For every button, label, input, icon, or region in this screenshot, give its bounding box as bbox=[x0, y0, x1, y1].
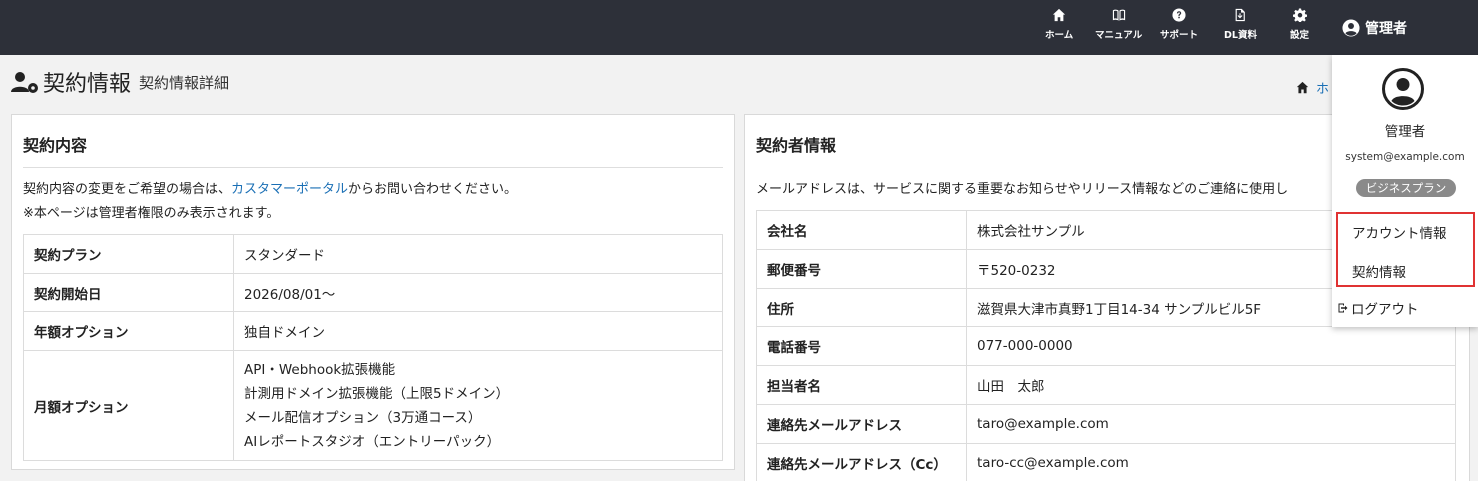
row-value: スタンダード bbox=[233, 234, 723, 274]
list-item: AIレポートスタジオ（エントリーパック） bbox=[244, 433, 501, 450]
row-key: 年額オプション bbox=[23, 311, 234, 351]
menu-item-contract-info[interactable]: 契約情報 bbox=[1352, 261, 1406, 281]
row-value: 2026/08/01～ bbox=[233, 273, 723, 312]
user-dropdown-menu: 管理者 system@example.com ビジネスプラン アカウント情報 契… bbox=[1332, 55, 1478, 327]
gear-icon bbox=[1292, 8, 1307, 22]
list-item: API・Webhook拡張機能 bbox=[244, 361, 396, 378]
row-value: 077-000-0000 bbox=[966, 326, 1456, 366]
dropdown-user-name: 管理者 bbox=[1384, 124, 1426, 140]
nav-manual[interactable]: マニュアル bbox=[1095, 8, 1142, 48]
contractor-note: メールアドレスは、サービスに関する重要なお知らせやリリース情報などのご連絡に使用… bbox=[756, 182, 1289, 197]
user-menu-label: 管理者 bbox=[1365, 20, 1407, 37]
user-circle-icon bbox=[1342, 18, 1360, 37]
contract-heading: 契約内容 bbox=[23, 136, 88, 155]
home-icon bbox=[1052, 8, 1066, 22]
file-download-icon bbox=[1236, 8, 1246, 22]
top-navbar: ホーム マニュアル サポート DL資料 設定 bbox=[0, 0, 1478, 55]
breadcrumb[interactable]: ホ bbox=[1296, 78, 1329, 97]
contract-note-suffix: からお問い合わせください。 bbox=[348, 182, 518, 197]
page-title: 契約情報 bbox=[43, 72, 132, 97]
row-key: 月額オプション bbox=[23, 350, 234, 461]
table-row: 連絡先メールアドレス（Cc） taro-cc@example.com bbox=[756, 443, 1456, 481]
nav-home[interactable]: ホーム bbox=[1045, 8, 1073, 48]
row-key: 連絡先メールアドレス（Cc） bbox=[756, 443, 967, 481]
contract-note-prefix: 契約内容の変更をご希望の場合は、 bbox=[23, 182, 232, 197]
home-icon bbox=[1296, 81, 1309, 94]
page-header: 契約情報 契約情報詳細 bbox=[10, 66, 229, 98]
row-key: 契約プラン bbox=[23, 234, 234, 274]
row-value: 山田 太郎 bbox=[966, 365, 1456, 405]
user-menu-toggle[interactable]: 管理者 bbox=[1332, 0, 1478, 55]
row-key: 会社名 bbox=[756, 210, 967, 250]
question-circle-icon bbox=[1172, 8, 1186, 22]
list-item: 計測用ドメイン拡張機能（上限5ドメイン） bbox=[244, 385, 510, 402]
nav-home-label: ホーム bbox=[1045, 30, 1074, 41]
nav-dl[interactable]: DL資料 bbox=[1224, 8, 1257, 48]
logout-icon bbox=[1338, 303, 1348, 313]
row-value: 独自ドメイン bbox=[233, 311, 723, 351]
row-key: 電話番号 bbox=[756, 326, 967, 366]
table-row: 契約プラン スタンダード bbox=[23, 234, 723, 274]
breadcrumb-home-link[interactable]: ホ bbox=[1316, 78, 1329, 97]
table-row: 担当者名 山田 太郎 bbox=[756, 365, 1456, 405]
table-row: 連絡先メールアドレス taro@example.com bbox=[756, 404, 1456, 444]
table-row: 月額オプション API・Webhook拡張機能 計測用ドメイン拡張機能（上限5ド… bbox=[23, 350, 723, 461]
nav-settings-label: 設定 bbox=[1290, 30, 1310, 41]
user-cog-icon bbox=[11, 72, 38, 93]
contractor-heading: 契約者情報 bbox=[756, 136, 837, 155]
customer-portal-link[interactable]: カスタマーポータル bbox=[231, 182, 348, 197]
admin-only-note: ※本ページは管理者権限のみ表示されます。 bbox=[23, 206, 280, 221]
contract-card: 契約内容 契約内容の変更をご希望の場合は、カスタマーポータルからお問い合わせくだ… bbox=[11, 114, 735, 470]
list-item: メール配信オプション（3万通コース） bbox=[244, 409, 482, 426]
plan-badge: ビジネスプラン bbox=[1356, 179, 1456, 197]
row-key: 住所 bbox=[756, 288, 967, 327]
logout-button[interactable]: ログアウト bbox=[1338, 298, 1419, 318]
logout-label: ログアウト bbox=[1351, 302, 1419, 318]
page-subtitle: 契約情報詳細 bbox=[139, 73, 230, 92]
table-row: 年額オプション 独自ドメイン bbox=[23, 311, 723, 351]
monthly-options-list: API・Webhook拡張機能 計測用ドメイン拡張機能（上限5ドメイン） メール… bbox=[233, 350, 723, 461]
menu-item-account-info[interactable]: アカウント情報 bbox=[1352, 222, 1447, 242]
contract-table: 契約プラン スタンダード 契約開始日 2026/08/01～ 年額オプション 独… bbox=[23, 234, 723, 461]
row-key: 連絡先メールアドレス bbox=[756, 404, 967, 444]
nav-support-label: サポート bbox=[1160, 30, 1199, 41]
book-icon bbox=[1112, 9, 1125, 21]
nav-dl-label: DL資料 bbox=[1224, 30, 1257, 41]
row-key: 契約開始日 bbox=[23, 273, 234, 312]
nav-settings[interactable]: 設定 bbox=[1290, 8, 1309, 48]
row-value: taro-cc@example.com bbox=[966, 443, 1456, 481]
nav-support[interactable]: サポート bbox=[1160, 8, 1198, 48]
nav-manual-label: マニュアル bbox=[1095, 30, 1143, 41]
divider bbox=[23, 167, 723, 168]
table-row: 契約開始日 2026/08/01～ bbox=[23, 273, 723, 312]
table-row: 電話番号 077-000-0000 bbox=[756, 326, 1456, 366]
row-value: taro@example.com bbox=[966, 404, 1456, 444]
row-key: 郵便番号 bbox=[756, 249, 967, 289]
user-circle-icon bbox=[1382, 68, 1424, 110]
dropdown-user-email: system@example.com bbox=[1345, 151, 1465, 163]
row-key: 担当者名 bbox=[756, 365, 967, 405]
contract-note: 契約内容の変更をご希望の場合は、カスタマーポータルからお問い合わせください。 bbox=[23, 178, 517, 197]
